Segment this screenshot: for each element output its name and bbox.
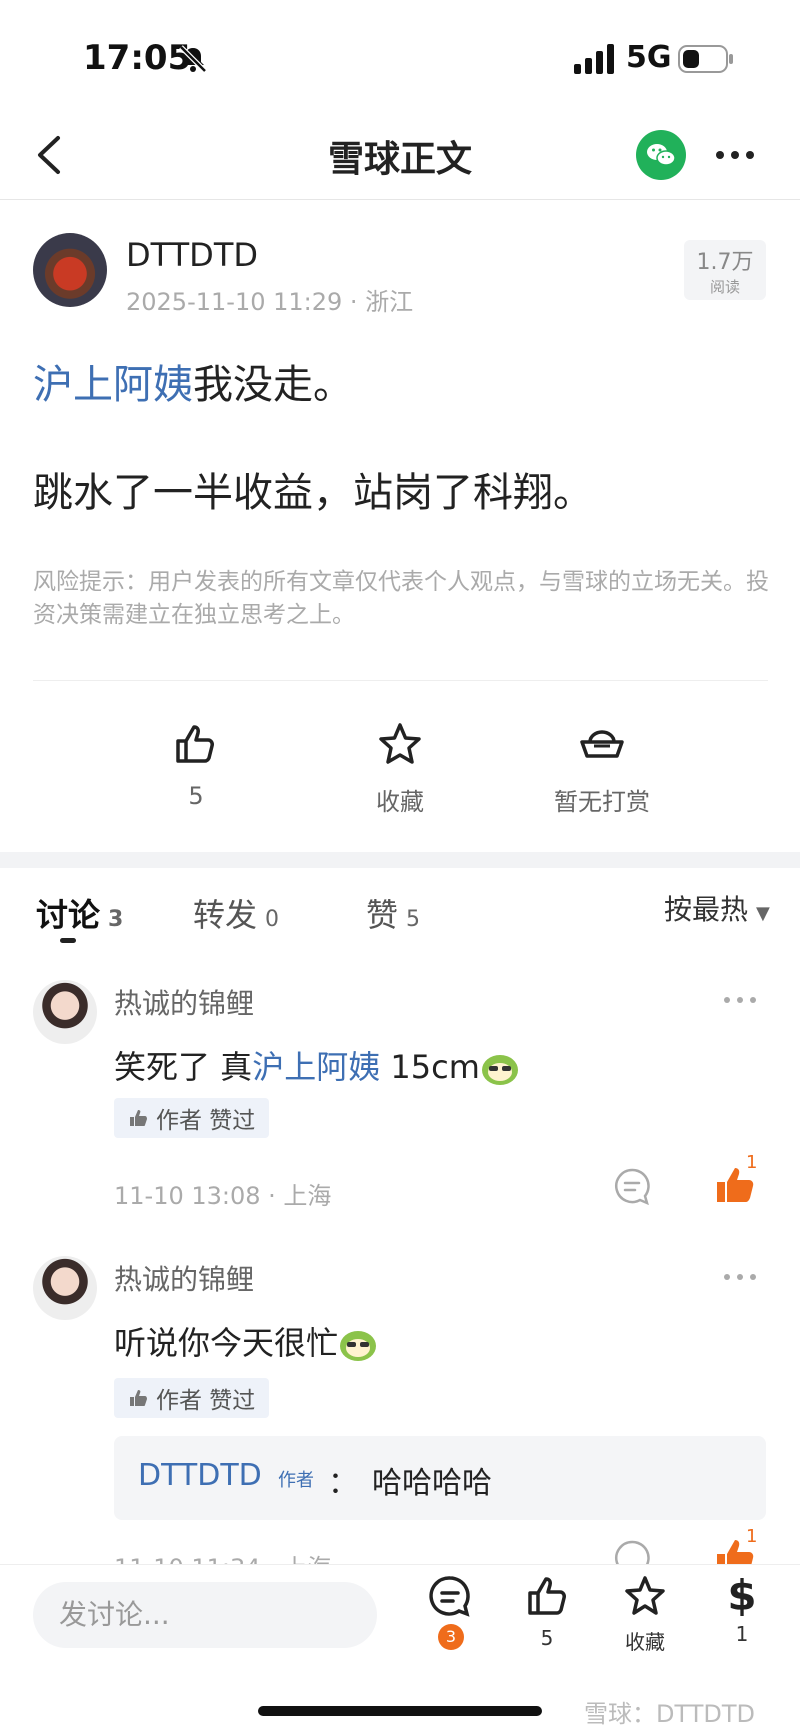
commenter-avatar[interactable] <box>33 1256 97 1320</box>
emoji-icon <box>340 1331 377 1361</box>
star-icon <box>379 723 421 764</box>
bottom-like-button[interactable]: 5 <box>507 1574 587 1650</box>
mute-bell-icon <box>179 45 207 73</box>
like-action[interactable]: 5 <box>116 720 276 810</box>
reads-label: 阅读 <box>709 278 740 296</box>
bottom-like-count: 5 <box>540 1626 554 1650</box>
discussion-input[interactable]: 发讨论... <box>33 1582 377 1648</box>
comment-more-icon[interactable] <box>722 1272 758 1282</box>
reply-author-badge: 作者 <box>278 1470 314 1491</box>
reads-badge: 1.7万 阅读 <box>684 240 766 300</box>
bottom-favorite-button[interactable]: 收藏 <box>605 1574 685 1655</box>
reads-count: 1.7万 <box>696 250 754 275</box>
comment-meta: 11-10 13:08 · 上海 <box>114 1182 332 1210</box>
author-name[interactable]: DTTDTD <box>126 236 258 274</box>
comment-bubble-icon <box>429 1576 470 1617</box>
comment-count-badge: 3 <box>438 1624 464 1650</box>
post-line-1: 沪上阿姨我没走。 <box>33 362 353 408</box>
sort-dropdown[interactable]: 按最热 ▼ <box>664 888 770 928</box>
dollar-icon: $ <box>727 1571 757 1620</box>
star-icon <box>625 1576 665 1615</box>
comment-like-count: 1 <box>746 1152 758 1173</box>
thumbs-up-icon <box>528 1577 566 1615</box>
bottom-tip-count: 1 <box>735 1622 749 1646</box>
post-location: 浙江 <box>365 288 414 316</box>
post-datetime: 2025-11-10 11:29 <box>126 288 343 316</box>
comment-more-icon[interactable] <box>722 995 758 1005</box>
active-tab-indicator <box>60 938 76 943</box>
ingot-icon <box>580 730 624 758</box>
stock-mention-link[interactable]: 沪上阿姨 <box>33 362 193 408</box>
tab-discussion[interactable]: 讨论 3 <box>36 890 123 936</box>
tab-repost[interactable]: 转发 0 <box>193 890 279 936</box>
wechat-icon <box>647 144 676 166</box>
commenter-name[interactable]: 热诚的锦鲤 <box>114 1258 254 1298</box>
section-separator <box>0 852 800 868</box>
reply-text: ：哈哈哈哈 <box>328 1466 492 1501</box>
post-meta: 2025-11-10 11:29 · 浙江 <box>126 288 414 316</box>
more-options-icon[interactable] <box>710 140 760 170</box>
author-avatar[interactable] <box>33 233 107 307</box>
tab-likes[interactable]: 赞5 <box>366 890 420 936</box>
signal-icon <box>574 44 614 74</box>
reply-bubble-icon[interactable] <box>612 1166 652 1206</box>
bottom-comment-button[interactable]: 3 <box>410 1574 490 1650</box>
bottom-tip-button[interactable]: $ 1 <box>702 1571 782 1647</box>
favorite-action[interactable]: 收藏 <box>320 720 480 817</box>
home-indicator <box>258 1706 542 1716</box>
thumbs-up-icon <box>176 725 214 763</box>
comment-like-count: 1 <box>746 1526 758 1547</box>
watermark: 雪球：DTTDTD <box>584 1700 755 1728</box>
comment-text: 听说你今天很忙 <box>114 1318 378 1364</box>
post-line-2: 跳水了一半收益，站岗了科翔。 <box>33 470 593 516</box>
wechat-share-button[interactable] <box>636 130 686 180</box>
bottom-favorite-label: 收藏 <box>625 1630 665 1654</box>
battery-icon <box>678 45 733 73</box>
stock-mention-link[interactable]: 沪上阿姨 <box>252 1048 380 1086</box>
tip-label: 暂无打赏 <box>554 788 650 816</box>
header-divider <box>0 199 800 200</box>
comment-text: 笑死了 真沪上阿姨 15cm <box>114 1042 520 1088</box>
like-count: 5 <box>188 782 204 810</box>
small-thumbs-up-icon <box>130 1110 147 1126</box>
small-thumbs-up-icon <box>130 1390 147 1406</box>
status-time: 17:05 <box>83 38 192 78</box>
author-liked-tag: 作者 赞过 <box>114 1378 270 1418</box>
reply-author[interactable]: DTTDTD <box>138 1458 262 1493</box>
favorite-label: 收藏 <box>376 788 424 816</box>
commenter-avatar[interactable] <box>33 980 97 1044</box>
caret-down-icon: ▼ <box>756 903 770 924</box>
tip-action[interactable]: 暂无打赏 <box>522 720 682 817</box>
emoji-icon <box>481 1055 518 1085</box>
post-divider <box>33 680 768 681</box>
risk-notice: 风险提示：用户发表的所有文章仅代表个人观点，与雪球的立场无关。投资决策需建立在独… <box>33 569 769 628</box>
network-type: 5G <box>626 40 672 75</box>
author-liked-tag: 作者 赞过 <box>114 1098 270 1138</box>
commenter-name[interactable]: 热诚的锦鲤 <box>114 982 254 1022</box>
